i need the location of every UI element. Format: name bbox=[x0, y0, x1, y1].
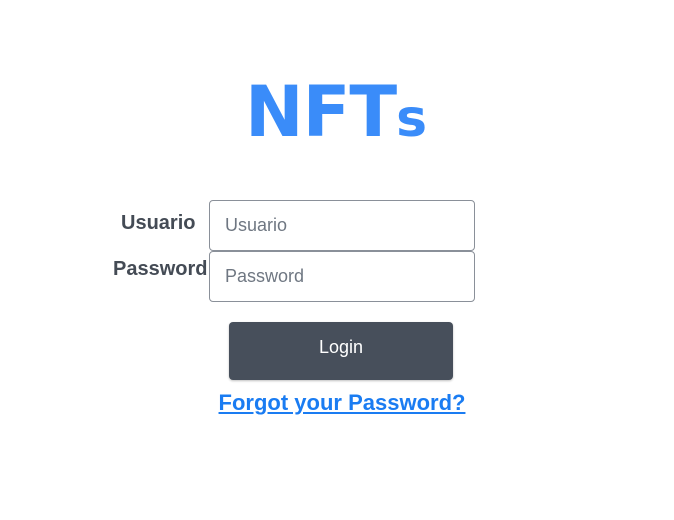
password-label: Password bbox=[113, 258, 208, 280]
username-label: Usuario bbox=[121, 212, 196, 234]
logo-text-small: s bbox=[396, 89, 427, 149]
username-input[interactable] bbox=[209, 200, 475, 251]
password-input[interactable] bbox=[209, 251, 475, 302]
login-page: NFTs Usuario Password Login Forgot your … bbox=[0, 0, 674, 520]
login-button[interactable]: Login bbox=[229, 322, 453, 380]
forgot-password-link[interactable]: Forgot your Password? bbox=[0, 390, 674, 416]
logo-text-main: NFT bbox=[245, 71, 397, 153]
nfts-logo: NFTs bbox=[245, 72, 459, 152]
